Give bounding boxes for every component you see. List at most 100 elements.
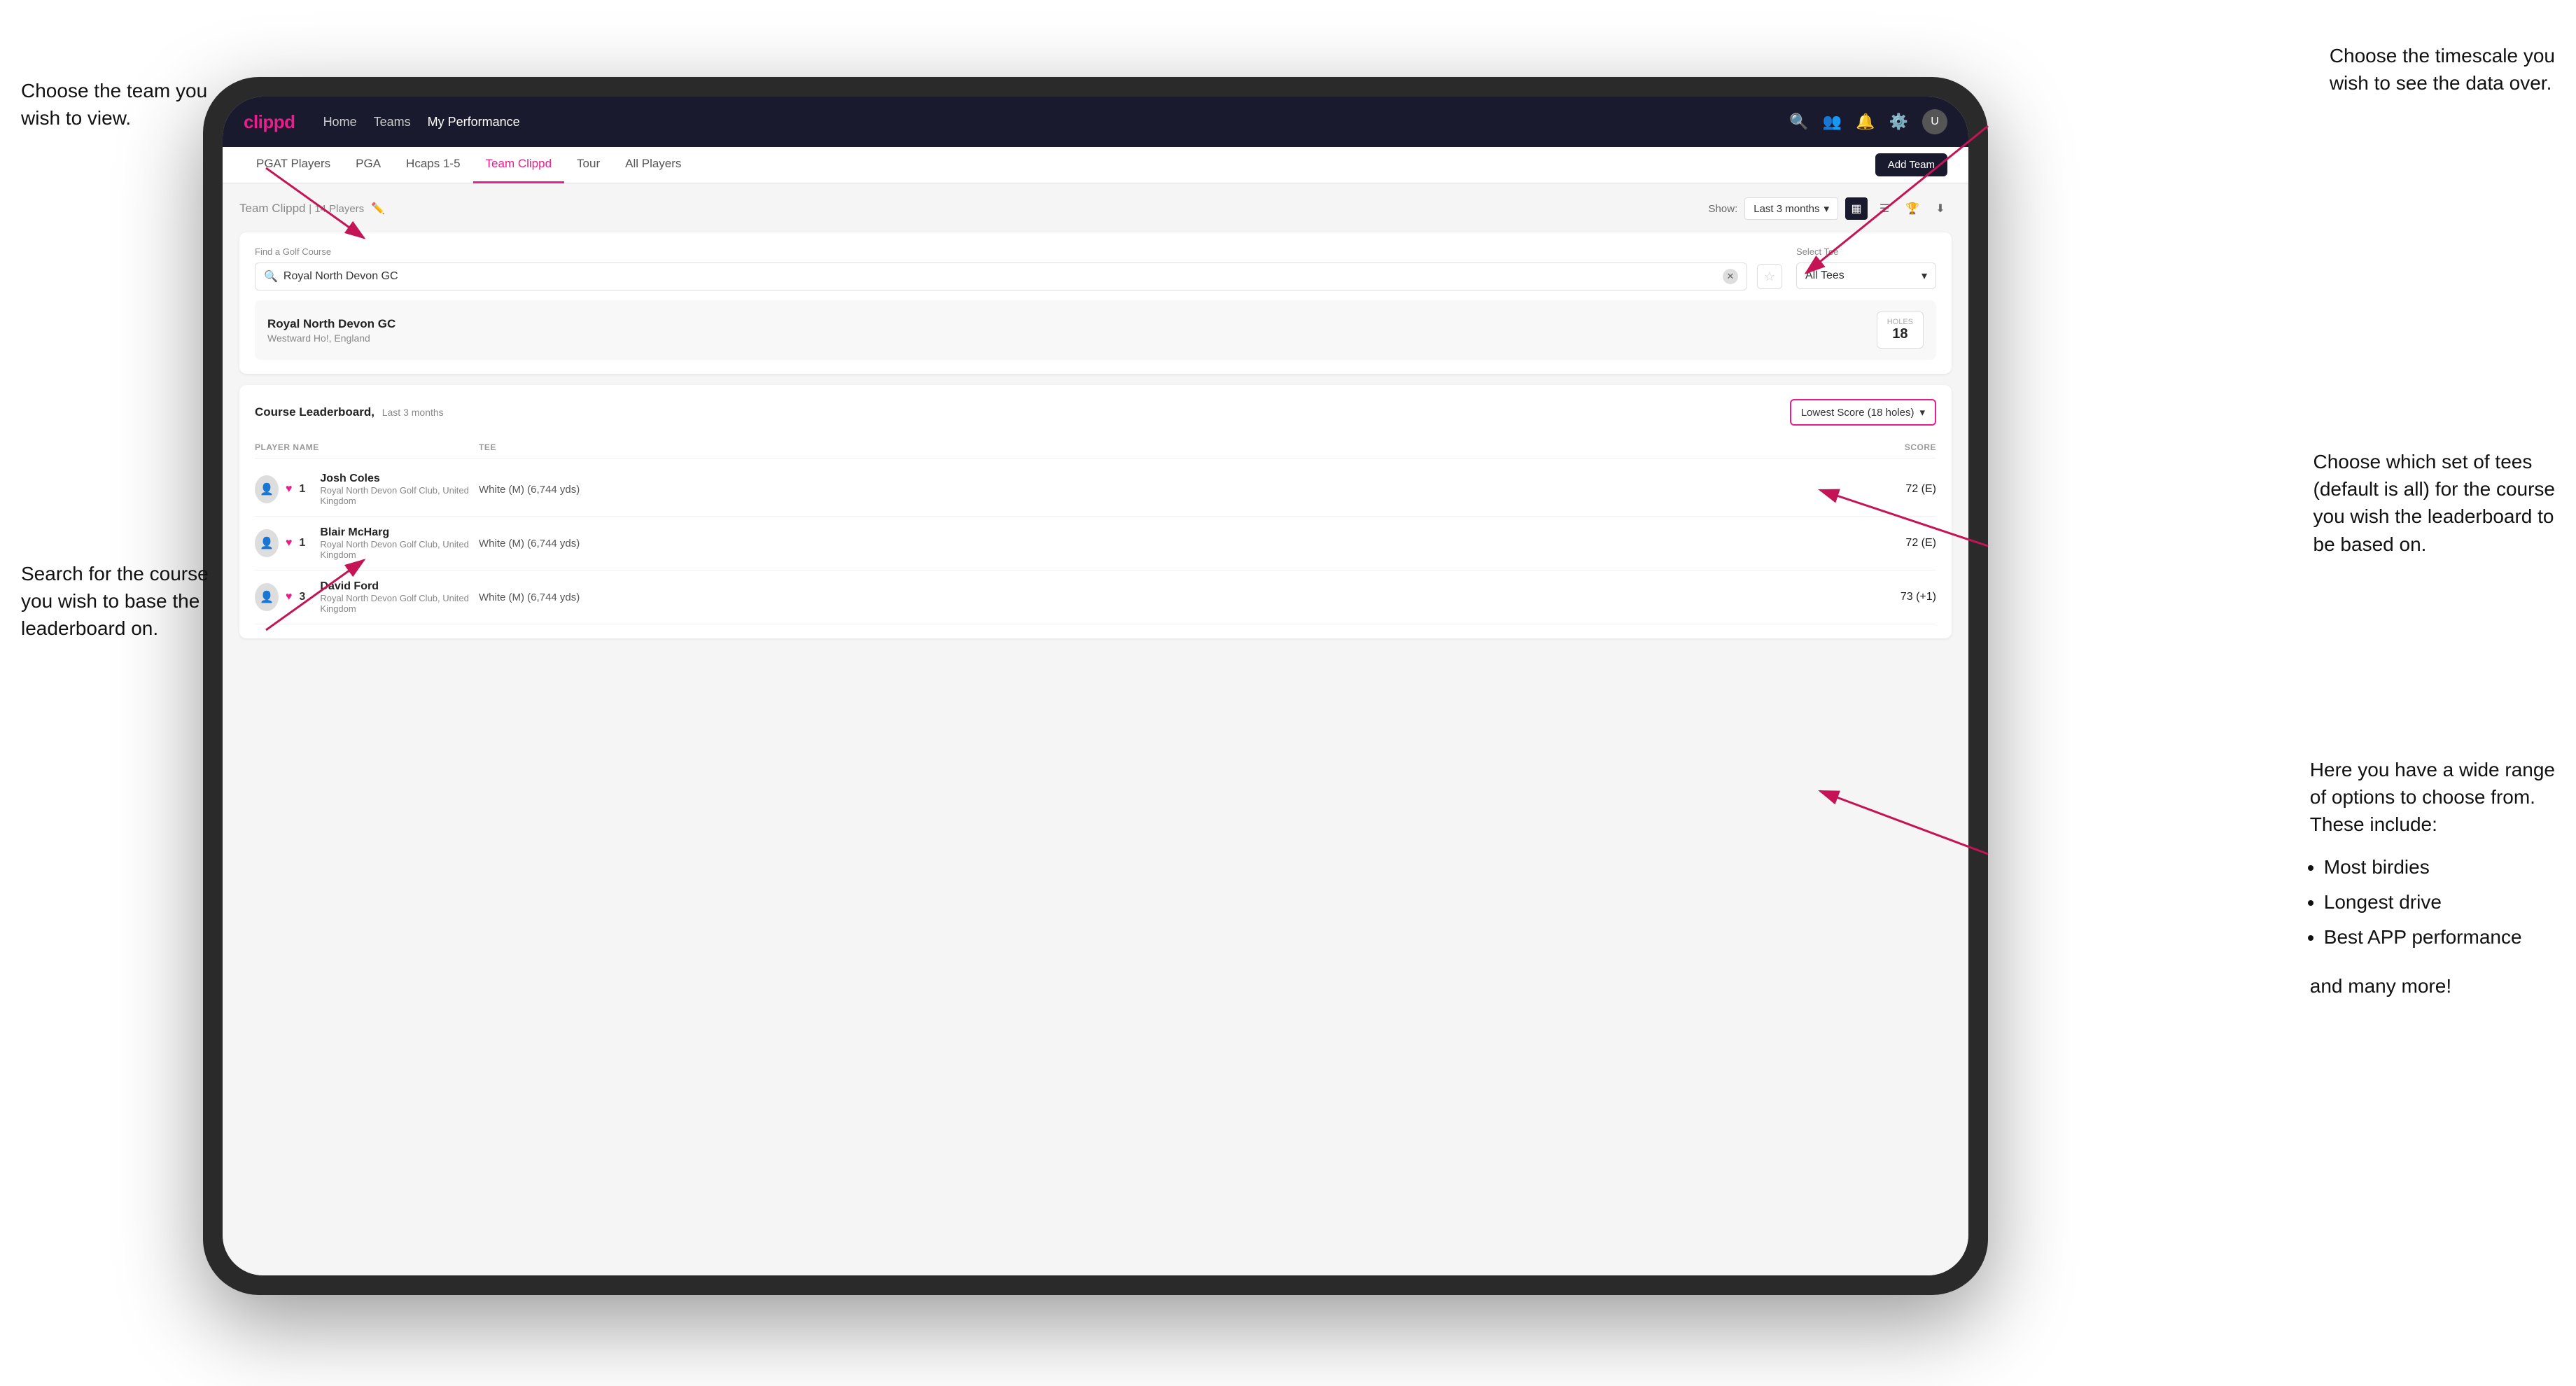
player-club-2: Royal North Devon Golf Club, United King… <box>320 539 479 560</box>
leaderboard-table: PLAYER NAME TEE SCORE 👤 ♥ 1 Josh Coles <box>255 437 1936 624</box>
sub-nav-all-players[interactable]: All Players <box>612 147 694 183</box>
search-row: 🔍 Royal North Devon GC ✕ ☆ <box>255 262 1782 290</box>
edit-icon[interactable]: ✏️ <box>371 202 385 216</box>
search-icon: 🔍 <box>264 270 278 284</box>
bullet-drive: Longest drive <box>2324 885 2555 920</box>
rank-1: 1 <box>299 483 313 496</box>
tablet-screen: clippd Home Teams My Performance 🔍 👥 🔔 ⚙… <box>223 97 1968 1275</box>
tee-cell-3: White (M) (6,744 yds) <box>479 592 1670 603</box>
show-label: Show: <box>1709 203 1738 215</box>
app-logo: clippd <box>244 111 295 133</box>
player-cell-2: 👤 ♥ 1 Blair McHarg Royal North Devon Gol… <box>255 526 479 560</box>
add-team-button[interactable]: Add Team <box>1875 153 1947 176</box>
course-search-card: Find a Golf Course 🔍 Royal North Devon G… <box>239 232 1952 374</box>
player-club-1: Royal North Devon Golf Club, United King… <box>320 485 479 506</box>
nav-links: Home Teams My Performance <box>323 115 520 130</box>
bullet-birdies: Most birdies <box>2324 850 2555 885</box>
annotation-tees: Choose which set of tees(default is all)… <box>2314 448 2556 558</box>
course-location: Westward Ho!, England <box>267 332 396 344</box>
and-more-text: and many more! <box>2310 972 2555 1000</box>
grid-view-icon[interactable]: ▦ <box>1845 197 1868 220</box>
view-icons: ▦ ☰ 🏆 ⬇ <box>1845 197 1952 220</box>
course-result: Royal North Devon GC Westward Ho!, Engla… <box>255 300 1936 360</box>
table-row: 👤 ♥ 1 Josh Coles Royal North Devon Golf … <box>255 463 1936 517</box>
player-info-3: David Ford Royal North Devon Golf Club, … <box>320 580 479 614</box>
leaderboard-title: Course Leaderboard, Last 3 months <box>255 405 444 419</box>
holes-count: 18 <box>1887 326 1913 342</box>
table-row: 👤 ♥ 1 Blair McHarg Royal North Devon Gol… <box>255 517 1936 570</box>
team-title: Team Clippd | 14 Players <box>239 202 364 216</box>
sub-nav-team-clippd[interactable]: Team Clippd <box>473 147 565 183</box>
player-cell-3: 👤 ♥ 3 David Ford Royal North Devon Golf … <box>255 580 479 614</box>
player-name-1: Josh Coles <box>320 472 479 485</box>
score-cell-2: 72 (E) <box>1810 537 1936 550</box>
clear-search-button[interactable]: ✕ <box>1723 269 1738 284</box>
sub-nav-hcaps[interactable]: Hcaps 1-5 <box>393 147 472 183</box>
player-name-2: Blair McHarg <box>320 526 479 539</box>
player-cell-1: 👤 ♥ 1 Josh Coles Royal North Devon Golf … <box>255 472 479 506</box>
nav-teams[interactable]: Teams <box>374 115 411 130</box>
bullet-app: Best APP performance <box>2324 920 2555 955</box>
tee-dropdown[interactable]: All Tees ▾ <box>1796 262 1936 289</box>
tee-cell-1: White (M) (6,744 yds) <box>479 484 1670 496</box>
player-avatar-3: 👤 <box>255 583 279 611</box>
table-row: 👤 ♥ 3 David Ford Royal North Devon Golf … <box>255 570 1936 624</box>
user-avatar[interactable]: U <box>1922 109 1947 134</box>
score-cell-3: 73 (+1) <box>1810 591 1936 603</box>
select-tee-label: Select Tee <box>1796 246 1936 257</box>
player-club-3: Royal North Devon Golf Club, United King… <box>320 593 479 614</box>
tee-cell-2: White (M) (6,744 yds) <box>479 538 1670 550</box>
col-score: SCORE <box>1810 442 1936 452</box>
sub-nav-pgat[interactable]: PGAT Players <box>244 147 343 183</box>
rank-3: 3 <box>299 591 313 603</box>
nav-right: 🔍 👥 🔔 ⚙️ U <box>1789 109 1947 134</box>
sub-nav-pga[interactable]: PGA <box>343 147 393 183</box>
holes-label: Holes <box>1887 318 1913 326</box>
player-info-1: Josh Coles Royal North Devon Golf Club, … <box>320 472 479 506</box>
player-name-3: David Ford <box>320 580 479 593</box>
chevron-down-icon: ▾ <box>1919 406 1925 419</box>
chevron-down-icon: ▾ <box>1921 269 1927 283</box>
annotation-choose-team: Choose the team youwish to view. <box>21 77 207 132</box>
sub-nav: PGAT Players PGA Hcaps 1-5 Team Clippd T… <box>223 147 1968 183</box>
player-avatar-2: 👤 <box>255 529 279 557</box>
leaderboard-header: Course Leaderboard, Last 3 months Lowest… <box>255 399 1936 426</box>
find-course-label: Find a Golf Course <box>255 246 1782 257</box>
nav-home[interactable]: Home <box>323 115 357 130</box>
course-name: Royal North Devon GC <box>267 317 396 331</box>
download-icon[interactable]: ⬇ <box>1929 197 1952 220</box>
col-tee: TEE <box>479 442 1670 452</box>
tee-section: Select Tee All Tees ▾ <box>1796 246 1936 289</box>
course-search-input[interactable]: 🔍 Royal North Devon GC ✕ <box>255 262 1747 290</box>
player-info-2: Blair McHarg Royal North Devon Golf Club… <box>320 526 479 560</box>
list-view-icon[interactable]: ☰ <box>1873 197 1896 220</box>
settings-icon[interactable]: ⚙️ <box>1889 113 1908 131</box>
heart-icon-2[interactable]: ♥ <box>286 537 293 550</box>
course-result-info: Royal North Devon GC Westward Ho!, Engla… <box>267 317 396 344</box>
annotation-options-text: Here you have a wide rangeof options to … <box>2310 759 2555 835</box>
nav-my-performance[interactable]: My Performance <box>428 115 520 130</box>
trophy-icon[interactable]: 🏆 <box>1901 197 1924 220</box>
annotation-options: Here you have a wide rangeof options to … <box>2310 756 2555 1000</box>
search-icon[interactable]: 🔍 <box>1789 113 1808 131</box>
leaderboard-card: Course Leaderboard, Last 3 months Lowest… <box>239 385 1952 638</box>
people-icon[interactable]: 👥 <box>1823 113 1842 131</box>
team-header: Team Clippd | 14 Players ✏️ Show: Last 3… <box>239 197 1952 220</box>
show-section: Show: Last 3 months ▾ ▦ ☰ 🏆 ⬇ <box>1709 197 1952 220</box>
notifications-icon[interactable]: 🔔 <box>1856 113 1875 131</box>
favorite-button[interactable]: ☆ <box>1757 264 1782 289</box>
table-header: PLAYER NAME TEE SCORE <box>255 437 1936 458</box>
tablet-device: clippd Home Teams My Performance 🔍 👥 🔔 ⚙… <box>203 77 1988 1295</box>
heart-icon-1[interactable]: ♥ <box>286 483 293 496</box>
score-cell-1: 72 (E) <box>1810 483 1936 496</box>
score-type-dropdown[interactable]: Lowest Score (18 holes) ▾ <box>1790 399 1936 426</box>
heart-icon-3[interactable]: ♥ <box>286 591 293 603</box>
annotation-search-course: Search for the courseyou wish to base th… <box>21 560 209 643</box>
annotation-timescale: Choose the timescale youwish to see the … <box>2330 42 2555 97</box>
chevron-down-icon: ▾ <box>1823 202 1829 215</box>
holes-badge: Holes 18 <box>1877 312 1924 349</box>
show-dropdown[interactable]: Last 3 months ▾ <box>1744 197 1838 220</box>
player-count: | 14 Players <box>309 203 364 215</box>
nav-bar: clippd Home Teams My Performance 🔍 👥 🔔 ⚙… <box>223 97 1968 147</box>
sub-nav-tour[interactable]: Tour <box>564 147 612 183</box>
